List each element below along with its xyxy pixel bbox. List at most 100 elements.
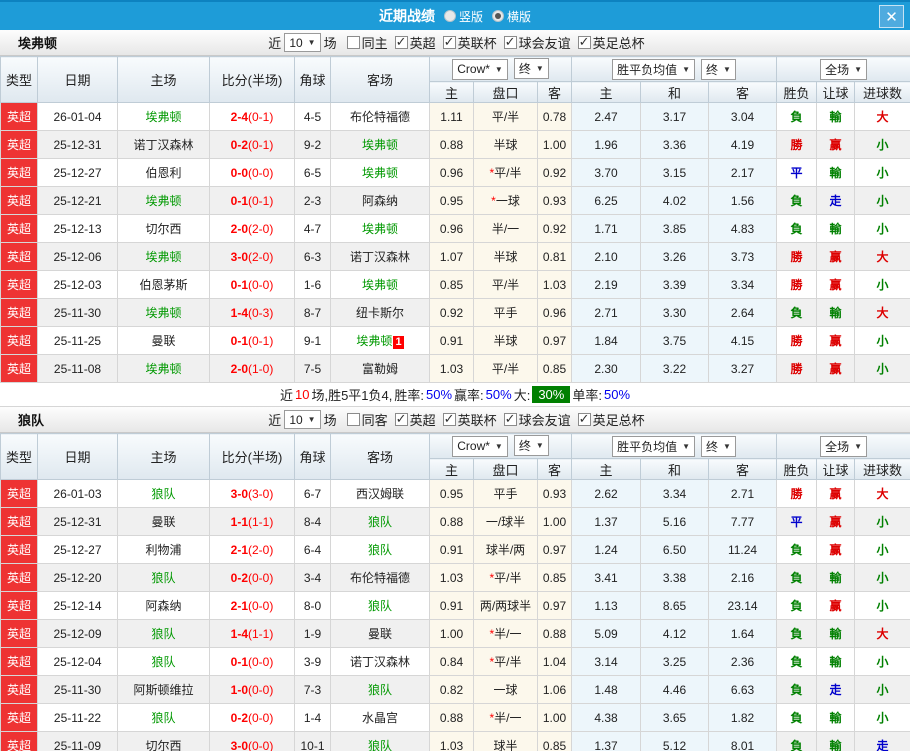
away-team: 布伦特福德 bbox=[330, 563, 430, 592]
handicap-line: 一/球半 bbox=[473, 507, 538, 536]
league-checkbox-2[interactable] bbox=[503, 411, 517, 427]
handicap-text: 平手 bbox=[493, 306, 518, 320]
match-count-select[interactable]: 10 ▼ bbox=[284, 410, 321, 429]
score-cell: 1-4(1-1) bbox=[209, 619, 295, 648]
layout-option-horizontal[interactable]: 横版 bbox=[492, 8, 531, 25]
away-team-name: 阿森纳 bbox=[361, 194, 398, 208]
summary-hcaprate: 50% bbox=[485, 387, 512, 402]
league-checkbox-0[interactable] bbox=[394, 411, 408, 427]
same-venue-label[interactable]: 同主 bbox=[362, 33, 388, 52]
header-sub-handicap: 盘口 bbox=[473, 458, 538, 480]
header-col-away: 客场 bbox=[330, 433, 430, 480]
away-team: 埃弗顿 bbox=[330, 130, 430, 159]
handicap-final-select[interactable]: 终 ▼ bbox=[513, 435, 549, 457]
summary-record: 场,胜5平1负4, bbox=[311, 388, 393, 403]
handicap-text: 半/一 bbox=[494, 627, 522, 641]
odds-company-select[interactable]: Crow* ▼ bbox=[452, 58, 508, 80]
match-row: 英超 25-11-30 阿斯顿维拉 1-0(0-0) 7-3 狼队 0.82 一球 1.06 1.… bbox=[0, 675, 910, 704]
handicap-final-select[interactable]: 终 ▼ bbox=[513, 58, 549, 80]
league-checkbox-2[interactable] bbox=[503, 34, 517, 50]
matches-label: 场 bbox=[323, 413, 337, 428]
close-button[interactable]: ✕ bbox=[879, 5, 904, 28]
league-checkbox-3[interactable] bbox=[577, 411, 591, 427]
match-date: 25-11-22 bbox=[37, 703, 118, 732]
league-checkbox-label-3[interactable]: 英足总杯 bbox=[593, 33, 645, 52]
header-col-date: 日期 bbox=[37, 56, 118, 103]
corners: 6-4 bbox=[294, 535, 331, 564]
euro-average-select[interactable]: 胜平负均值 ▼ bbox=[612, 435, 696, 457]
result-handicap: 輸 bbox=[816, 647, 856, 676]
away-team: 阿森纳 bbox=[330, 186, 430, 215]
euro-final-select[interactable]: 终 ▼ bbox=[701, 58, 736, 80]
same-venue-label[interactable]: 同客 bbox=[362, 410, 388, 429]
handicap-home-odds: 0.95 bbox=[429, 186, 474, 215]
summary-big-label: 大: bbox=[513, 388, 531, 403]
handicap-odds-group: Crow* ▼ 终 ▼ bbox=[428, 433, 573, 459]
home-team: 埃弗顿 bbox=[117, 354, 210, 383]
result-goals: 大 bbox=[854, 298, 910, 327]
header-sub-handicap-away: 客 bbox=[536, 81, 573, 103]
same-venue-checkbox[interactable] bbox=[346, 36, 360, 49]
league-badge: 英超 bbox=[0, 130, 38, 159]
halftime-score: (0-0) bbox=[248, 165, 274, 180]
scope-select-value: 全场 bbox=[825, 439, 850, 454]
scope-select[interactable]: 全场 ▼ bbox=[820, 435, 868, 457]
euro-away-odds: 3.73 bbox=[708, 242, 778, 271]
handicap-home-odds: 1.03 bbox=[429, 563, 474, 592]
fulltime-score: 0-1 bbox=[230, 193, 248, 208]
league-checkbox-label-2[interactable]: 球会友谊 bbox=[519, 410, 571, 429]
league-checkbox-1[interactable] bbox=[442, 34, 456, 50]
result-wdl: 負 bbox=[776, 563, 818, 592]
handicap-text: 平/半 bbox=[494, 655, 522, 669]
league-badge: 英超 bbox=[0, 298, 38, 327]
league-checkbox-label-1[interactable]: 英联杯 bbox=[458, 410, 497, 429]
handicap-away-odds: 1.06 bbox=[536, 675, 573, 704]
handicap-line: *平/半 bbox=[473, 563, 538, 592]
fulltime-score: 1-0 bbox=[230, 682, 248, 697]
header-sub-euro-away: 客 bbox=[708, 458, 778, 480]
euro-draw-odds: 3.30 bbox=[640, 298, 710, 327]
away-team: 诺丁汉森林 bbox=[330, 647, 430, 676]
result-handicap: 赢 bbox=[816, 591, 856, 620]
match-count-select[interactable]: 10 ▼ bbox=[284, 33, 321, 52]
match-date: 25-12-09 bbox=[37, 619, 118, 648]
euro-draw-odds: 3.39 bbox=[640, 270, 710, 299]
league-checkbox-label-0[interactable]: 英超 bbox=[410, 33, 436, 52]
handicap-text: 一球 bbox=[495, 194, 520, 208]
layout-option-vertical[interactable]: 竖版 bbox=[443, 8, 483, 25]
home-team: 曼联 bbox=[117, 326, 210, 355]
home-team: 埃弗顿 bbox=[117, 242, 210, 271]
league-checkbox-label-0[interactable]: 英超 bbox=[410, 410, 436, 429]
euro-final-select-value: 终 bbox=[706, 62, 719, 77]
league-checkbox-1[interactable] bbox=[442, 411, 456, 427]
same-venue-checkbox[interactable] bbox=[346, 413, 360, 426]
euro-average-select[interactable]: 胜平负均值 ▼ bbox=[612, 58, 696, 80]
league-checkbox-0[interactable] bbox=[394, 34, 408, 50]
euro-average-select-value: 胜平负均值 bbox=[617, 62, 678, 77]
league-checkbox-label-2[interactable]: 球会友谊 bbox=[519, 33, 571, 52]
handicap-text: 平手 bbox=[493, 487, 518, 501]
scope-select[interactable]: 全场 ▼ bbox=[820, 58, 868, 80]
handicap-home-odds: 0.84 bbox=[429, 647, 474, 676]
euro-average-select-value: 胜平负均值 bbox=[617, 439, 678, 454]
away-team: 富勒姆 bbox=[330, 354, 430, 383]
away-team-name: 埃弗顿 bbox=[361, 166, 398, 180]
match-row: 英超 25-12-31 诺丁汉森林 0-2(0-1) 9-2 埃弗顿 0.88 半球 1.00 1… bbox=[0, 130, 910, 159]
euro-final-select[interactable]: 终 ▼ bbox=[701, 435, 736, 457]
league-checkbox-3[interactable] bbox=[577, 34, 591, 50]
score-cell: 3-0(0-0) bbox=[209, 731, 295, 751]
score-cell: 1-0(0-0) bbox=[209, 675, 295, 704]
handicap-line: 半球 bbox=[473, 130, 538, 159]
euro-draw-odds: 4.02 bbox=[640, 186, 710, 215]
fulltime-score: 0-1 bbox=[230, 333, 248, 348]
match-row: 英超 25-12-27 伯恩利 0-0(0-0) 6-5 埃弗顿 0.96 *平/半 0.92 3… bbox=[0, 158, 910, 187]
league-badge: 英超 bbox=[0, 619, 38, 648]
league-checkbox-label-3[interactable]: 英足总杯 bbox=[593, 410, 645, 429]
halftime-score: (0-0) bbox=[248, 277, 274, 292]
near-label: 近 bbox=[268, 413, 282, 428]
odds-company-select[interactable]: Crow* ▼ bbox=[452, 435, 508, 457]
euro-away-odds: 2.16 bbox=[708, 563, 778, 592]
league-checkbox-label-1[interactable]: 英联杯 bbox=[458, 33, 497, 52]
result-handicap: 走 bbox=[816, 186, 856, 215]
euro-away-odds: 2.71 bbox=[708, 479, 778, 508]
